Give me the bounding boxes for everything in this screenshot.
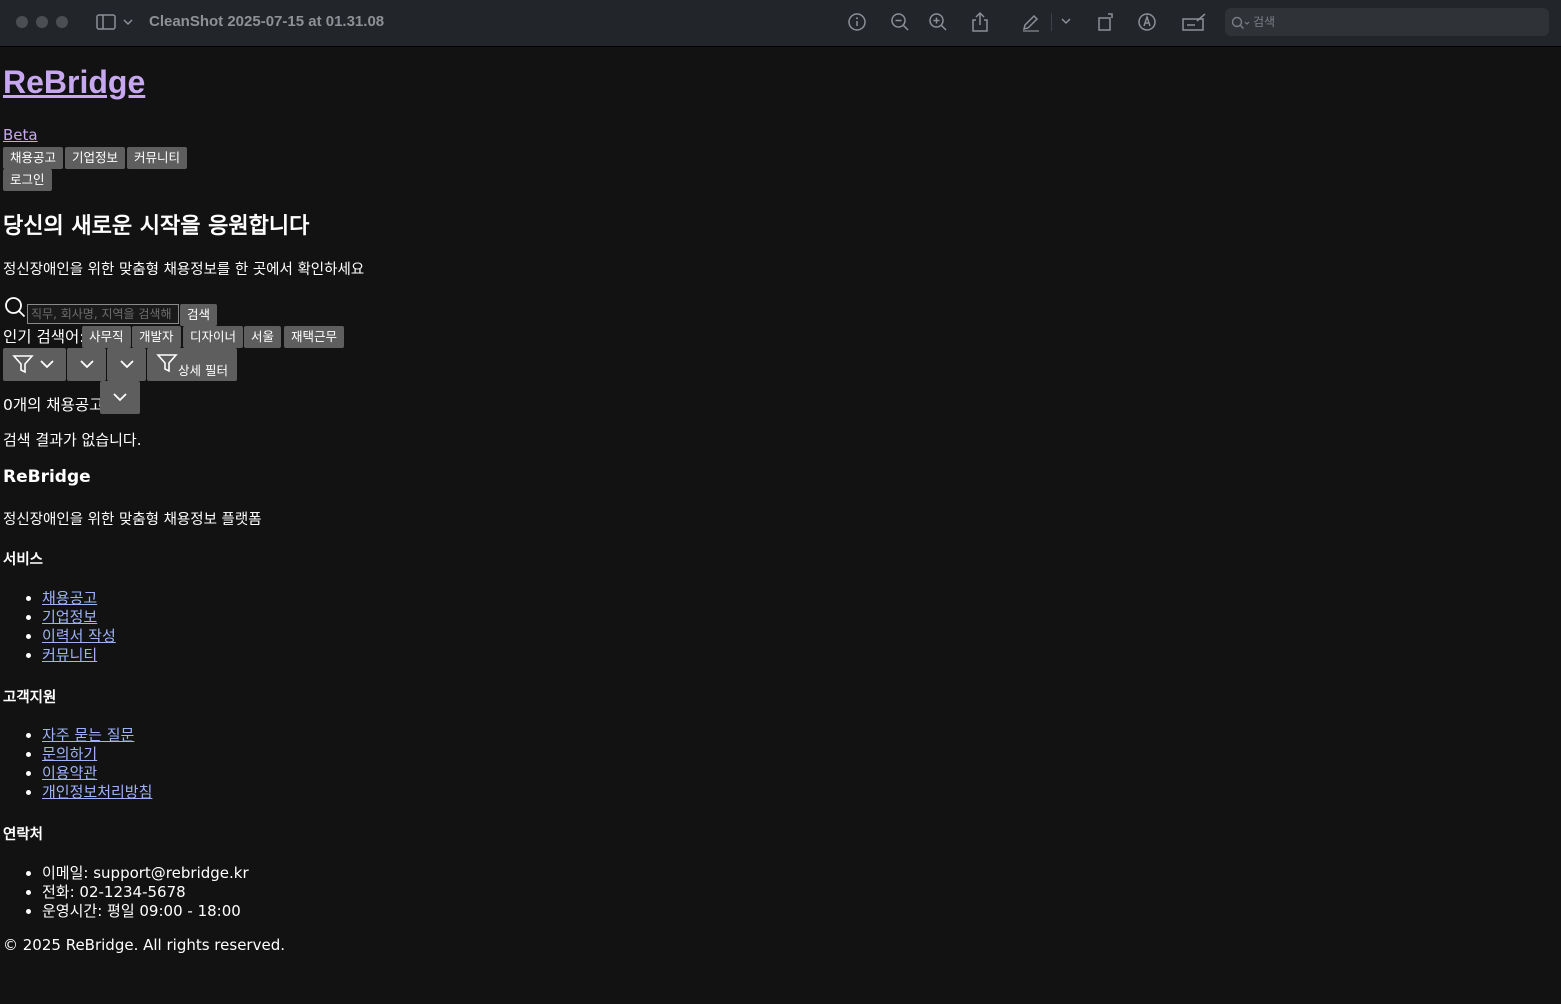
popular-search-label: 인기 검색어: [3,328,85,346]
nav-companies-button[interactable]: 기업정보 [65,147,126,169]
footer-description: 정신장애인을 위한 맞춤형 채용정보 플랫폼 [3,512,262,528]
popular-tag[interactable]: 서울 [244,326,282,348]
info-icon[interactable] [847,12,867,32]
hero-subtitle: 정신장애인을 위한 맞춤형 채용정보를 한 곳에서 확인하세요 [3,262,365,278]
job-search-placeholder: 직무, 회사명, 지역을 검색해 [31,307,172,321]
footer-link-jobs[interactable]: 채용공고 [42,589,97,607]
copyright: © 2025 ReBridge. All rights reserved. [3,936,285,954]
footer-contact-list: 이메일: support@rebridge.kr 전화: 02-1234-567… [26,864,249,921]
chevron-down-icon[interactable] [1060,16,1072,26]
popular-tag[interactable]: 디자이너 [183,326,244,348]
footer-link-contact[interactable]: 문의하기 [42,745,97,763]
login-button[interactable]: 로그인 [3,169,52,191]
footer-link-resume[interactable]: 이력서 작성 [42,627,116,645]
toolbar-search-placeholder: 검색 [1253,15,1276,29]
toolbar-search-field[interactable]: 검색 [1225,8,1549,36]
popular-tag[interactable]: 재택근무 [284,326,345,348]
window-toolbar: CleanShot 2025-07-15 at 01.31.08 검색 [0,0,1561,47]
search-icon [1231,14,1251,42]
contact-hours: 운영시간: 평일 09:00 - 18:00 [26,902,249,921]
footer-brand: ReBridge [3,467,91,487]
footer-support-heading: 고객지원 [3,690,57,706]
annotate-icon[interactable] [1137,12,1157,32]
job-search-input[interactable]: 직무, 회사명, 지역을 검색해 [27,304,179,324]
sidebar-toggle-icon[interactable] [96,13,136,31]
zoom-window-button[interactable] [56,16,68,28]
list-item: 이용약관 [25,764,152,783]
popular-tag[interactable]: 개발자 [132,326,181,348]
footer-support-list: 자주 묻는 질문 문의하기 이용약관 개인정보처리방침 [25,726,152,802]
contact-email: 이메일: support@rebridge.kr [26,864,249,882]
toolbar-divider [1051,13,1052,31]
footer-link-faq[interactable]: 자주 묻는 질문 [42,726,134,744]
chevron-down-icon [120,360,134,369]
footer-contact-heading: 연락처 [3,827,44,843]
markup-pen-icon[interactable] [1021,12,1041,32]
list-item: 채용공고 [26,589,116,608]
search-icon [4,296,26,322]
footer-services-heading: 서비스 [3,552,44,568]
filter-icon [12,355,34,374]
beta-badge[interactable]: Beta [3,126,38,144]
footer-link-terms[interactable]: 이용약관 [42,764,97,782]
chevron-down-icon [113,393,127,402]
search-submit-button[interactable]: 검색 [180,304,218,326]
chevron-down-icon [40,360,54,369]
detail-filter-label: 상세 필터 [178,363,228,378]
zoom-in-icon[interactable] [928,12,948,32]
footer-services-list: 채용공고 기업정보 이력서 작성 커뮤니티 [26,589,116,665]
results-count: 0개의 채용공고 [3,396,104,414]
sort-dropdown[interactable] [100,381,140,414]
filter-dropdown-1[interactable] [3,348,66,381]
filter-icon [156,354,178,373]
footer-link-privacy[interactable]: 개인정보처리방침 [42,783,152,801]
share-icon[interactable] [970,11,990,33]
list-item: 커뮤니티 [26,646,116,665]
window-title: CleanShot 2025-07-15 at 01.31.08 [149,13,385,30]
list-item: 자주 묻는 질문 [25,726,152,745]
form-fill-icon[interactable] [1181,12,1207,32]
site-logo[interactable]: ReBridge [3,64,145,101]
chevron-down-icon [80,360,94,369]
list-item: 문의하기 [25,745,152,764]
minimize-window-button[interactable] [36,16,48,28]
filter-dropdown-3[interactable] [107,348,146,381]
nav-jobs-button[interactable]: 채용공고 [3,147,64,169]
empty-results-message: 검색 결과가 없습니다. [3,431,142,449]
footer-link-community[interactable]: 커뮤니티 [42,646,97,664]
list-item: 기업정보 [26,608,116,627]
list-item: 개인정보처리방침 [25,783,152,802]
close-window-button[interactable] [16,16,28,28]
filter-dropdown-2[interactable] [67,348,106,381]
zoom-out-icon[interactable] [890,12,910,32]
detail-filter-button[interactable]: 상세 필터 [147,348,237,381]
contact-phone: 전화: 02-1234-5678 [26,883,249,902]
popular-tag[interactable]: 사무직 [82,326,131,348]
footer-link-companies[interactable]: 기업정보 [42,608,97,626]
rotate-icon[interactable] [1096,12,1116,32]
hero-title: 당신의 새로운 시작을 응원합니다 [3,214,310,239]
nav-community-button[interactable]: 커뮤니티 [127,147,188,169]
list-item: 이력서 작성 [26,627,116,646]
